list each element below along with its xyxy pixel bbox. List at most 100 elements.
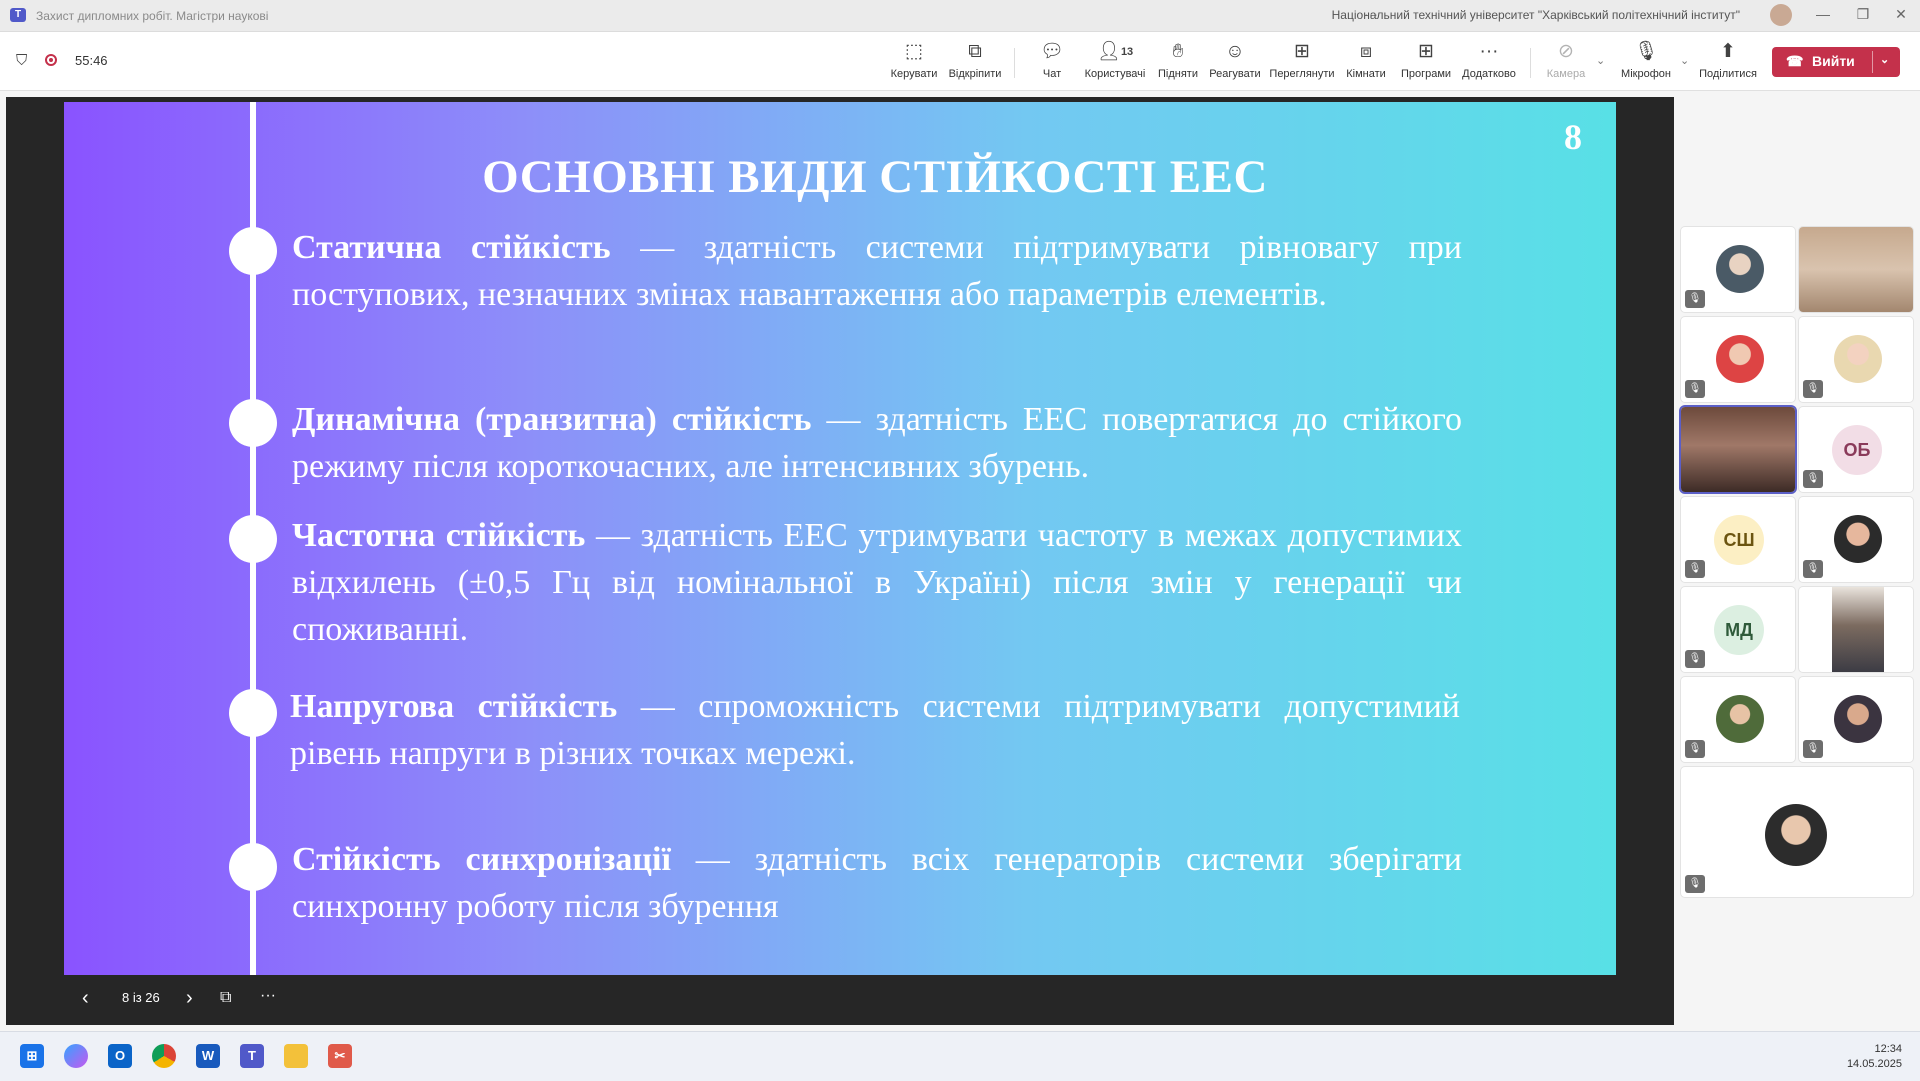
participant-tile[interactable]: СШ 🎙︎ (1681, 497, 1795, 582)
participant-tile[interactable]: 🎙︎ (1799, 317, 1913, 402)
chat-icon: 💬︎ (1039, 41, 1065, 62)
participant-tile[interactable]: 🎙︎ (1681, 227, 1795, 312)
minimize-icon[interactable]: — (1808, 6, 1838, 24)
participant-tile[interactable] (1799, 587, 1913, 672)
mic-muted-icon: 🎙︎ (1803, 380, 1823, 398)
participant-tile[interactable] (1799, 227, 1913, 312)
clock-time: 12:34 (1874, 1043, 1902, 1055)
mic-muted-icon: 🎙︎ (1685, 650, 1705, 668)
close-icon[interactable]: ✕ (1886, 6, 1916, 24)
participant-tile[interactable]: МД 🎙︎ (1681, 587, 1795, 672)
raise-hand-button[interactable]: ✋︎ Підняти (1156, 40, 1200, 80)
people-button[interactable]: 👤︎13 Користувачі (1082, 40, 1148, 80)
participant-avatar (1716, 695, 1764, 743)
previous-slide-icon[interactable]: ‹ (82, 987, 89, 1010)
participant-tile-speaking[interactable] (1681, 407, 1795, 492)
mic-muted-icon: 🎙︎ (1685, 560, 1705, 578)
plus-icon: ⊞ (1418, 41, 1434, 62)
window-title: Захист дипломних робіт. Магістри наукові (36, 9, 269, 23)
participant-tile[interactable]: 🎙︎ (1681, 317, 1795, 402)
people-icon: 👤︎ (1096, 41, 1121, 62)
timeline-dot (229, 843, 277, 891)
outlook-icon[interactable]: O (108, 1044, 132, 1068)
teams-app-icon: T (10, 8, 26, 22)
leave-options-chevron-icon[interactable]: ⌄ (1880, 53, 1889, 66)
mic-options-chevron-icon[interactable]: ⌄ (1680, 54, 1689, 67)
camera-button[interactable]: ⊘ Камера (1540, 40, 1592, 80)
meeting-timer: 55:46 (75, 53, 108, 68)
leave-button[interactable]: ☎ Вийти ⌄ (1772, 47, 1900, 77)
react-button[interactable]: ☺ Реагувати (1208, 40, 1262, 80)
view-button[interactable]: ⊞ Переглянути (1268, 40, 1336, 80)
snipping-tool-icon[interactable]: ✂ (328, 1044, 352, 1068)
participant-avatar (1834, 695, 1882, 743)
slide-controls: ‹ 8 із 26 › ⧉ ··· (64, 977, 464, 1017)
participant-tile[interactable]: 🎙︎ (1799, 497, 1913, 582)
mic-muted-icon: 🎙︎ (1685, 380, 1705, 398)
timeline-dot (229, 515, 277, 563)
slide-item-synchronization: Стійкість синхронізації — здатність всіх… (292, 841, 1462, 925)
chrome-icon[interactable] (152, 1044, 176, 1068)
camera-off-icon: ⊘ (1558, 41, 1574, 62)
ellipsis-icon: ··· (1479, 41, 1499, 62)
participant-video (1681, 407, 1795, 492)
mic-muted-icon: 🎙︎ (1803, 560, 1823, 578)
timeline-dot (229, 689, 277, 737)
smile-icon: ☺ (1225, 41, 1245, 62)
participant-avatar (1765, 804, 1827, 866)
participant-tile[interactable]: 🎙︎ (1681, 677, 1795, 762)
slide-title: ОСНОВНІ ВИДИ СТІЙКОСТІ ЕЕС (482, 151, 1268, 203)
file-explorer-icon[interactable] (284, 1044, 308, 1068)
participant-tile[interactable]: 🎙︎ (1799, 677, 1913, 762)
windows-start-icon[interactable]: ⊞ (20, 1044, 44, 1068)
rooms-button[interactable]: ⧈ Кімнати (1344, 40, 1388, 80)
manage-icon: ⬚ (905, 41, 923, 62)
presentation-stage: 8 ОСНОВНІ ВИДИ СТІЙКОСТІ ЕЕС Статична ст… (6, 97, 1674, 1025)
microphone-button[interactable]: 🎙︎ Мікрофон (1616, 40, 1676, 80)
participant-initials: ОБ (1832, 425, 1882, 475)
share-button[interactable]: ⬆ Поділитися (1698, 40, 1758, 80)
participant-video (1832, 587, 1884, 672)
manage-button[interactable]: ⬚ Керувати (888, 40, 940, 80)
meeting-toolbar: ⛉ 55:46 ⬚ Керувати ⧉ Відкріпити 💬︎ Чат 👤… (0, 32, 1920, 91)
slide-item-frequency: Частотна стійкість — здатність ЕЕС утрим… (292, 517, 1462, 648)
chat-button[interactable]: 💬︎ Чат (1032, 40, 1072, 80)
copilot-icon[interactable] (64, 1044, 88, 1068)
participant-avatar (1834, 335, 1882, 383)
participant-tile[interactable]: ОБ 🎙︎ (1799, 407, 1913, 492)
timeline-dot (229, 227, 277, 275)
popout-button[interactable]: ⧉ Відкріпити (946, 40, 1004, 80)
rooms-icon: ⧈ (1359, 41, 1373, 62)
participant-tile-large[interactable]: 🎙︎ (1681, 767, 1913, 897)
slide-item-voltage: Напругова стійкість — спроможність систе… (290, 688, 1460, 772)
mic-muted-icon: 🎙︎ (1685, 875, 1705, 893)
mic-off-icon: 🎙︎ (1633, 41, 1659, 62)
slide-item-static: Статична стійкість — здатність системи п… (292, 229, 1462, 313)
mic-muted-icon: 🎙︎ (1685, 740, 1705, 758)
word-icon[interactable]: W (196, 1044, 220, 1068)
slide-pager: 8 із 26 (122, 990, 160, 1005)
system-clock[interactable]: 12:34 14.05.2025 (1847, 1042, 1902, 1072)
mic-muted-icon: 🎙︎ (1685, 290, 1705, 308)
slide-item-dynamic: Динамічна (транзитна) стійкість — здатні… (292, 401, 1462, 485)
phone-icon: ☎ (1786, 53, 1804, 69)
mic-muted-icon: 🎙︎ (1803, 470, 1823, 488)
teams-taskbar-icon[interactable]: T (240, 1044, 264, 1068)
popout-icon: ⧉ (968, 41, 982, 62)
camera-options-chevron-icon[interactable]: ⌄ (1596, 54, 1605, 67)
windows-taskbar: ⊞ O W T ✂ 12:34 14.05.2025 (0, 1031, 1920, 1081)
apps-button[interactable]: ⊞ Програми (1398, 40, 1454, 80)
window-title-bar: T Захист дипломних робіт. Магістри науко… (0, 0, 1920, 32)
slide-more-options-icon[interactable]: ··· (260, 987, 276, 1005)
clock-date: 14.05.2025 (1846, 1058, 1902, 1070)
participant-initials: СШ (1714, 515, 1764, 565)
grid-icon: ⊞ (1294, 41, 1310, 62)
more-button[interactable]: ··· Додатково (1460, 40, 1518, 80)
next-slide-icon[interactable]: › (186, 987, 193, 1010)
maximize-icon[interactable]: ❐ (1848, 6, 1878, 24)
user-avatar[interactable] (1770, 4, 1792, 26)
participant-initials: МД (1714, 605, 1764, 655)
slide: 8 ОСНОВНІ ВИДИ СТІЙКОСТІ ЕЕС Статична ст… (64, 102, 1616, 975)
people-count: 13 (1120, 46, 1134, 58)
slides-overview-icon[interactable]: ⧉ (220, 989, 231, 1007)
